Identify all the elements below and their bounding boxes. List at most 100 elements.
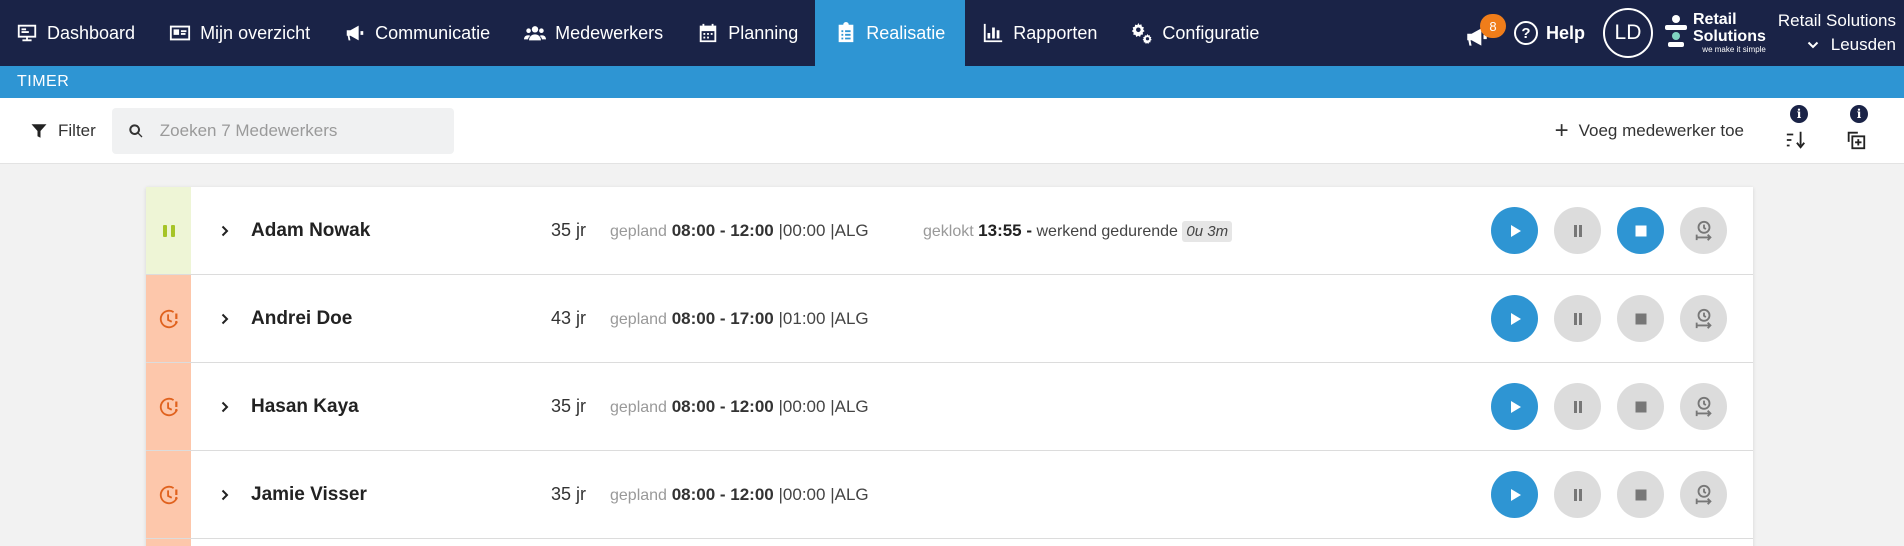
clock-arrow-icon (1695, 484, 1712, 505)
notifications-button[interactable]: 8 (1464, 14, 1506, 48)
chevron-right-icon[interactable] (219, 489, 231, 501)
start-button[interactable] (1491, 207, 1538, 254)
employee-name: Adam Nowak (251, 219, 371, 241)
employee-name: Hasan Kaya (251, 395, 359, 417)
time-adjust-button[interactable] (1680, 295, 1727, 342)
start-button[interactable] (1491, 471, 1538, 518)
nav-label: Medewerkers (555, 22, 664, 43)
play-icon (1510, 400, 1521, 413)
break-time: |00:00 (778, 220, 826, 240)
department: |ALG (830, 220, 869, 240)
nav-label: Communicatie (375, 22, 491, 43)
filter-button[interactable]: Filter (30, 121, 96, 141)
help-icon: ? (1513, 21, 1538, 45)
sort-icon (1786, 131, 1805, 149)
chevron-right-icon[interactable] (219, 313, 231, 325)
row-actions (1491, 207, 1727, 254)
row-actions (1491, 383, 1727, 430)
clipboard-icon (838, 22, 854, 43)
bar-chart-icon (984, 23, 1003, 43)
planned-label: gepland (610, 486, 667, 504)
start-button[interactable] (1491, 295, 1538, 342)
stop-button[interactable] (1617, 207, 1664, 254)
time-adjust-button[interactable] (1680, 207, 1727, 254)
stop-button[interactable] (1617, 471, 1664, 518)
row-actions (1491, 471, 1727, 518)
time-adjust-button[interactable] (1680, 471, 1727, 518)
chevron-right-icon[interactable] (219, 401, 231, 413)
employee-age: 35 jr (551, 484, 587, 504)
row-actions (1491, 295, 1727, 342)
status-late (146, 451, 191, 538)
pause-button[interactable] (1554, 207, 1601, 254)
shift-time: 08:00 - 12:00 (671, 484, 774, 504)
working-duration: 0u 3m (1182, 220, 1233, 242)
nav-dashboard[interactable]: Dashboard (0, 0, 152, 66)
nav-label: Rapporten (1013, 22, 1098, 43)
copy-icon (1847, 131, 1866, 149)
planned-label: gepland (610, 398, 667, 416)
stop-icon (1635, 225, 1646, 236)
pause-status-icon (162, 224, 175, 237)
nav-label: Realisatie (866, 22, 946, 43)
table-row[interactable]: Hasan Kaya 35 jr gepland 08:00 - 12:00 |… (146, 363, 1753, 451)
info-icon: i (1850, 104, 1868, 123)
calendar-icon (699, 23, 717, 43)
shift-time: 08:00 - 17:00 (671, 308, 774, 328)
copy-button[interactable]: i (1840, 104, 1874, 151)
nav-medewerkers[interactable]: Medewerkers (507, 0, 680, 66)
gears-icon (1132, 22, 1153, 44)
table-row[interactable]: Adam Nowak 35 jr gepland 08:00 - 12:00 |… (146, 187, 1753, 275)
status-late (146, 539, 191, 546)
clocked-time: 13:55 - (978, 220, 1033, 240)
pause-button[interactable] (1554, 383, 1601, 430)
employee-age: 43 jr (551, 308, 587, 328)
filter-label: Filter (58, 120, 96, 140)
clock-info: geklokt 13:55 - werkend gedurende 0u 3m (923, 220, 1233, 242)
table-row[interactable]: Andrei Doe 43 jr gepland 08:00 - 17:00 |… (146, 275, 1753, 363)
stop-button[interactable] (1617, 383, 1664, 430)
employee-list: Adam Nowak 35 jr gepland 08:00 - 12:00 |… (146, 187, 1753, 546)
planned-shift: gepland 08:00 - 17:00 |01:00 |ALG (610, 309, 923, 329)
chevron-right-icon[interactable] (219, 225, 231, 237)
nav-rapporten[interactable]: Rapporten (965, 0, 1114, 66)
break-time: |01:00 (778, 308, 826, 328)
monitor-icon (17, 24, 37, 42)
user-avatar[interactable]: LD (1602, 8, 1653, 58)
nav-configuratie[interactable]: Configuratie (1114, 0, 1276, 66)
nav-label: Planning (728, 22, 799, 43)
stop-icon (1635, 401, 1646, 412)
nav-label: Dashboard (47, 22, 136, 43)
store-selector[interactable]: Retail Solutions Leusden (1778, 9, 1904, 57)
brand-logo: Retail Solutions we make it simple (1664, 11, 1766, 55)
time-adjust-button[interactable] (1680, 383, 1727, 430)
department: |ALG (830, 308, 869, 328)
sort-button[interactable]: i (1780, 104, 1814, 151)
department: |ALG (830, 484, 869, 504)
add-employee-button[interactable]: + Voeg medewerker toe (1555, 118, 1744, 142)
help-button[interactable]: ? Help (1513, 21, 1585, 45)
search-box (111, 107, 454, 154)
clock-alert-icon (159, 485, 178, 504)
pause-button[interactable] (1554, 295, 1601, 342)
store-name: Retail Solutions (1777, 11, 1896, 30)
stop-icon (1635, 489, 1646, 500)
nav-mijn-overzicht[interactable]: Mijn overzicht (152, 0, 327, 66)
brand-name-line1: Retail (1692, 11, 1737, 28)
status-late (146, 275, 191, 362)
planned-shift: gepland 08:00 - 12:00 |00:00 |ALG (610, 221, 923, 241)
search-input[interactable] (159, 120, 440, 141)
table-row[interactable]: Jamie Visser 35 jr gepland 08:00 - 12:00… (146, 451, 1753, 539)
nav-communicatie[interactable]: Communicatie (327, 0, 507, 66)
nav-realisatie[interactable]: Realisatie (815, 0, 966, 66)
stop-button[interactable] (1617, 295, 1664, 342)
nav-planning[interactable]: Planning (680, 0, 815, 66)
toolbar: Filter + Voeg medewerker toe i i (0, 98, 1904, 164)
brand-tagline: we make it simple (1702, 45, 1766, 54)
pause-button[interactable] (1554, 471, 1601, 518)
shift-time: 08:00 - 12:00 (671, 396, 774, 416)
start-button[interactable] (1491, 383, 1538, 430)
working-for-label: werkend gedurende (1036, 222, 1178, 240)
users-icon (524, 26, 547, 41)
break-time: |00:00 (778, 396, 826, 416)
